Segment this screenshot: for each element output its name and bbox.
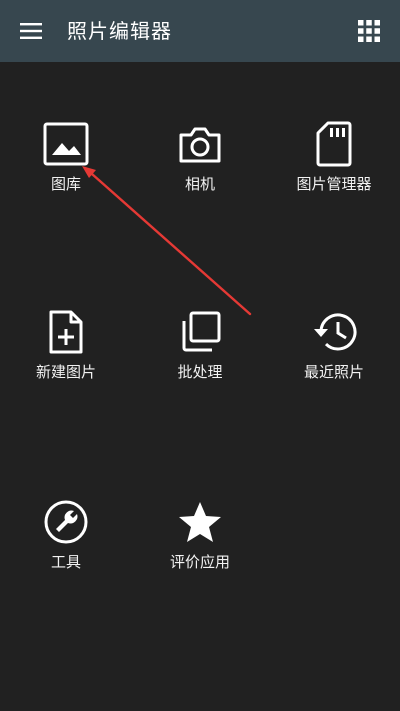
tile-label: 工具: [50, 553, 81, 571]
tile-label: 图片管理器: [296, 175, 372, 193]
menu-button[interactable]: [14, 15, 48, 47]
batch-layers-icon: [182, 311, 221, 352]
app-title: 照片编辑器: [67, 19, 172, 43]
sd-card-icon: [316, 121, 352, 167]
tile-label: 图库: [50, 175, 81, 193]
tile-gallery[interactable]: 图库: [1, 112, 131, 222]
camera-icon: [179, 127, 221, 163]
gallery-image-icon: [43, 122, 89, 166]
history-icon: [314, 313, 357, 351]
tile-batch[interactable]: 批处理: [135, 300, 265, 410]
tile-label: 评价应用: [169, 553, 230, 571]
apps-grid-icon: [358, 20, 380, 42]
app-bar: 照片编辑器: [0, 0, 400, 62]
tile-label: 相机: [184, 175, 215, 193]
hamburger-menu-icon: [20, 23, 42, 39]
tile-new-image[interactable]: 新建图片: [1, 300, 131, 410]
apps-button[interactable]: [352, 15, 386, 47]
new-file-icon: [49, 310, 83, 354]
tile-camera[interactable]: 相机: [135, 112, 265, 222]
tile-recent-photos[interactable]: 最近照片: [269, 300, 399, 410]
tile-tools[interactable]: 工具: [1, 490, 131, 600]
wrench-icon: [44, 500, 88, 544]
tile-label: 批处理: [177, 363, 223, 381]
tile-label: 最近照片: [303, 363, 364, 381]
tile-label: 新建图片: [35, 363, 96, 381]
star-icon: [179, 502, 221, 542]
tile-image-manager[interactable]: 图片管理器: [269, 112, 399, 222]
tile-rate-app[interactable]: 评价应用: [135, 490, 265, 600]
